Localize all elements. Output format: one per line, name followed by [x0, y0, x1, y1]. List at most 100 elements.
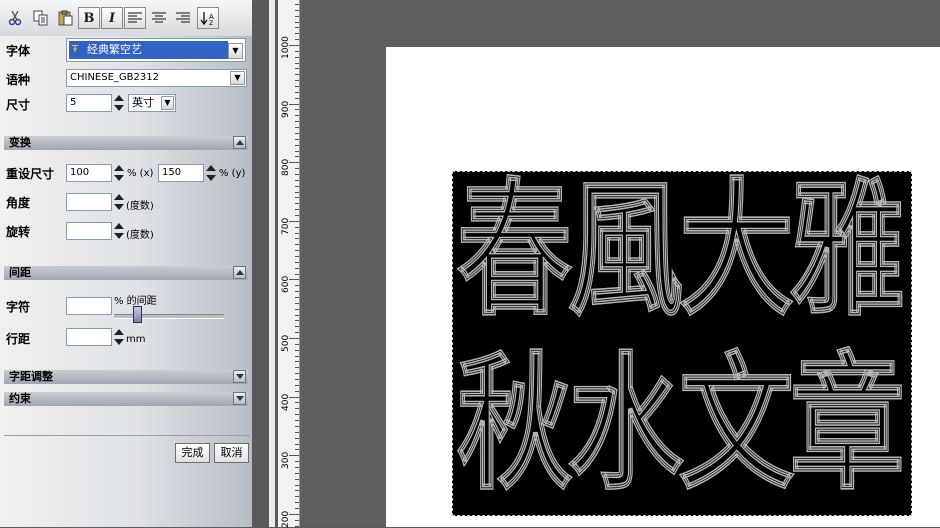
ruler-tick — [295, 80, 299, 82]
collapse-icon[interactable] — [233, 136, 246, 149]
chevron-down-icon[interactable]: ▼ — [228, 43, 243, 59]
resize-x-stepper[interactable] — [114, 164, 124, 182]
cut-icon[interactable] — [4, 7, 26, 29]
text-artwork[interactable]: 春風大雅 秋水文章 — [452, 171, 912, 516]
char-spacing-label: 字符 — [6, 300, 31, 314]
line-spacing-input[interactable] — [66, 328, 112, 346]
expand-icon[interactable] — [233, 392, 246, 405]
script-select-value: CHINESE_GB2312 — [70, 72, 159, 83]
line-spacing-unit: mm — [126, 334, 146, 345]
resize-x-unit: % (x) — [127, 168, 154, 179]
resize-x-input[interactable]: 100 — [66, 164, 112, 182]
expand-icon[interactable] — [233, 370, 246, 383]
ruler-tick — [289, 279, 299, 281]
ruler-tick — [295, 214, 299, 216]
size-stepper[interactable] — [114, 94, 124, 112]
font-select[interactable]: Ŧ 经典繁空艺 ▼ — [66, 38, 246, 62]
ruler-tick — [295, 496, 299, 498]
ruler-tick — [295, 320, 299, 322]
ruler-tick — [295, 502, 299, 504]
cancel-button[interactable]: 取消 — [214, 443, 249, 463]
ruler-tick — [295, 414, 299, 416]
ruler-tick — [295, 490, 299, 492]
line-spacing-stepper[interactable] — [114, 328, 124, 346]
angle-stepper[interactable] — [114, 193, 124, 211]
copy-icon[interactable] — [30, 7, 52, 29]
ruler-tick — [295, 466, 299, 468]
ruler-tick — [295, 402, 299, 404]
ruler-tick — [295, 62, 299, 64]
script-select[interactable]: CHINESE_GB2312 ▼ — [66, 69, 247, 87]
artwork-line-1: 春風大雅 — [456, 171, 905, 337]
ruler-label: 1000 — [281, 36, 291, 59]
ruler-tick — [295, 238, 299, 240]
ruler-tick — [295, 15, 299, 17]
done-button[interactable]: 完成 — [175, 443, 210, 463]
ruler-tick — [295, 68, 299, 70]
transform-section-header[interactable]: 变换 — [4, 136, 248, 150]
align-left-icon[interactable] — [124, 7, 146, 29]
ruler-tick — [295, 244, 299, 246]
chevron-down-icon[interactable]: ▼ — [161, 96, 174, 110]
ruler-tick — [295, 355, 299, 357]
ruler-tick — [295, 39, 299, 41]
ruler-tick — [295, 191, 299, 193]
size-input[interactable]: 5 — [66, 94, 112, 112]
constraint-section-title: 约束 — [9, 392, 31, 405]
divider — [4, 435, 250, 436]
text-direction-icon[interactable]: AZ — [197, 7, 219, 29]
resize-y-stepper[interactable] — [206, 164, 216, 182]
char-spacing-slider-track[interactable] — [114, 314, 224, 319]
ruler-tick — [295, 173, 299, 175]
resize-y-input[interactable]: 150 — [158, 164, 204, 182]
chevron-down-icon[interactable]: ▼ — [230, 71, 245, 85]
paste-icon[interactable] — [55, 7, 77, 29]
ruler-tick — [295, 27, 299, 29]
ruler-tick — [295, 507, 299, 509]
ruler-tick — [295, 50, 299, 52]
ruler-tick — [295, 273, 299, 275]
char-spacing-slider-thumb[interactable] — [133, 306, 142, 323]
ruler-tick — [295, 21, 299, 23]
rotate-stepper[interactable] — [114, 222, 124, 240]
font-select-value: 经典繁空艺 — [87, 43, 142, 56]
bold-button[interactable]: B — [78, 7, 100, 29]
line-spacing-label: 行距 — [6, 332, 31, 346]
size-unit-select[interactable]: 英寸 ▼ — [128, 94, 176, 112]
ruler-tick — [295, 420, 299, 422]
kerning-section-header[interactable]: 字距调整 — [4, 370, 248, 384]
ruler-tick — [295, 384, 299, 386]
ruler-tick — [295, 168, 299, 170]
ruler-tick — [295, 379, 299, 381]
ruler-tick — [295, 97, 299, 99]
char-spacing-input[interactable] — [66, 297, 112, 315]
panel-separator — [252, 0, 278, 527]
constraint-section-header[interactable]: 约束 — [4, 392, 248, 406]
align-right-icon[interactable] — [172, 7, 194, 29]
align-center-icon[interactable] — [148, 7, 170, 29]
ruler-tick — [295, 267, 299, 269]
spacing-section-header[interactable]: 间距 — [4, 266, 248, 280]
font-label: 字体 — [6, 44, 31, 58]
artwork-line-2: 秋水文章 — [456, 339, 905, 511]
ruler-tick — [295, 478, 299, 480]
ruler-tick — [295, 461, 299, 463]
ruler-tick — [295, 9, 299, 11]
ruler-tick — [295, 425, 299, 427]
size-label: 尺寸 — [6, 98, 31, 112]
ruler-tick — [295, 150, 299, 152]
ruler-tick — [295, 74, 299, 76]
collapse-icon[interactable] — [233, 266, 246, 279]
ruler-tick — [295, 132, 299, 134]
angle-label: 角度 — [6, 196, 31, 210]
ruler-tick — [295, 326, 299, 328]
rotate-input[interactable] — [66, 222, 112, 240]
ruler-tick — [289, 220, 299, 222]
ruler-tick — [295, 443, 299, 445]
ruler-tick — [295, 86, 299, 88]
ruler-tick — [295, 437, 299, 439]
angle-input[interactable] — [66, 193, 112, 211]
ruler-tick — [295, 349, 299, 351]
italic-button[interactable]: I — [101, 7, 123, 29]
ruler-tick — [295, 302, 299, 304]
